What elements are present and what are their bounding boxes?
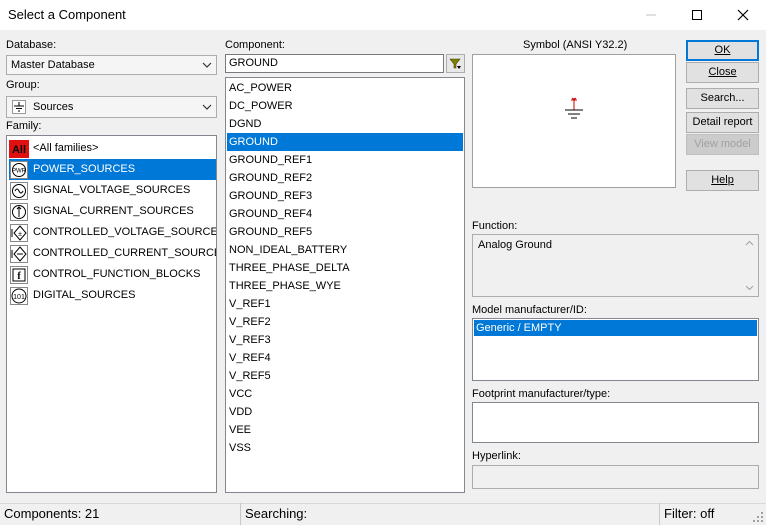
- svg-text:101: 101: [13, 294, 25, 301]
- footprint-label: Footprint manufacturer/type:: [472, 388, 611, 400]
- component-item[interactable]: THREE_PHASE_DELTA: [227, 259, 463, 277]
- ground-symbol-icon: [565, 97, 583, 119]
- ok-button[interactable]: OK: [686, 40, 759, 61]
- component-item[interactable]: GROUND_REF1: [227, 151, 463, 169]
- minimize-button[interactable]: [628, 0, 674, 30]
- filter-status: Filter: off: [664, 506, 715, 521]
- hyperlink-label: Hyperlink:: [472, 450, 521, 462]
- svg-text:All: All: [12, 144, 26, 156]
- component-item[interactable]: THREE_PHASE_WYE: [227, 277, 463, 295]
- view-model-button[interactable]: View model: [686, 134, 759, 155]
- symbol-label: Symbol (ANSI Y32.2): [523, 39, 628, 51]
- chevron-down-icon: [202, 62, 212, 68]
- controlled-current-icon: [9, 244, 29, 263]
- ground-symbol-icon: [12, 100, 26, 114]
- component-item[interactable]: VEE: [227, 421, 463, 439]
- component-item[interactable]: GROUND_REF5: [227, 223, 463, 241]
- family-item[interactable]: SIGNAL_CURRENT_SOURCES: [9, 201, 196, 222]
- chevron-down-icon: [745, 285, 754, 291]
- minimize-icon: [646, 14, 656, 16]
- window-title: Select a Component: [8, 7, 126, 22]
- component-item[interactable]: VDD: [227, 403, 463, 421]
- model-list[interactable]: Generic / EMPTY: [472, 318, 759, 381]
- close-window-button[interactable]: [720, 0, 766, 30]
- all-families-icon: All: [9, 139, 29, 158]
- component-item[interactable]: AC_POWER: [227, 79, 463, 97]
- database-value: Master Database: [11, 59, 95, 71]
- family-item[interactable]: CONTROLLED_CURRENT_SOURCES: [9, 243, 216, 264]
- database-select[interactable]: Master Database: [6, 55, 217, 75]
- component-item[interactable]: V_REF4: [227, 349, 463, 367]
- component-item[interactable]: DC_POWER: [227, 97, 463, 115]
- family-item[interactable]: All <All families>: [9, 138, 100, 159]
- component-item[interactable]: GROUND_REF3: [227, 187, 463, 205]
- digital-sources-icon: 101: [9, 286, 29, 305]
- maximize-icon: [692, 10, 702, 20]
- hyperlink-field[interactable]: [472, 465, 759, 489]
- power-sources-icon: PWR: [9, 160, 29, 179]
- function-scrollbar[interactable]: [742, 236, 757, 295]
- group-select[interactable]: Sources: [6, 96, 217, 118]
- component-label: Component:: [225, 39, 285, 51]
- chevron-up-icon: [745, 240, 754, 246]
- chevron-down-icon: [202, 104, 212, 110]
- status-bar: [0, 503, 766, 525]
- component-search-input[interactable]: GROUND: [225, 54, 444, 73]
- status-divider: [240, 503, 241, 525]
- symbol-preview: [472, 54, 676, 188]
- component-list[interactable]: AC_POWER DC_POWER DGND GROUND GROUND_REF1 GRO…: [225, 77, 465, 493]
- svg-text:±: ±: [18, 231, 22, 238]
- signal-voltage-icon: [9, 181, 29, 200]
- family-item[interactable]: ± CONTROLLED_VOLTAGE_SOURCES: [9, 222, 216, 243]
- close-button[interactable]: Close: [686, 62, 759, 83]
- search-button[interactable]: Search...: [686, 88, 759, 109]
- group-label: Group:: [6, 79, 40, 91]
- detail-report-button[interactable]: Detail report: [686, 112, 759, 133]
- function-textbox[interactable]: Analog Ground: [472, 234, 759, 297]
- component-item[interactable]: V_REF5: [227, 367, 463, 385]
- component-item[interactable]: DGND: [227, 115, 463, 133]
- model-label: Model manufacturer/ID:: [472, 304, 587, 316]
- family-item[interactable]: SIGNAL_VOLTAGE_SOURCES: [9, 180, 192, 201]
- components-count: Components: 21: [4, 506, 100, 521]
- family-item[interactable]: PWR POWER_SOURCES: [9, 159, 216, 180]
- status-divider: [659, 503, 660, 525]
- family-list[interactable]: All <All families> PWR POWER_SOURCES SIG…: [6, 135, 217, 493]
- component-item[interactable]: V_REF1: [227, 295, 463, 313]
- component-item[interactable]: V_REF2: [227, 313, 463, 331]
- family-item[interactable]: f CONTROL_FUNCTION_BLOCKS: [9, 264, 202, 285]
- component-item[interactable]: GROUND_REF2: [227, 169, 463, 187]
- family-label: Family:: [6, 120, 42, 132]
- component-item[interactable]: VSS: [227, 439, 463, 457]
- resize-grip-icon[interactable]: [752, 511, 764, 523]
- control-function-icon: f: [9, 265, 29, 284]
- svg-text:PWR: PWR: [12, 168, 27, 174]
- component-item[interactable]: GROUND: [227, 133, 463, 151]
- signal-current-icon: [9, 202, 29, 221]
- database-label: Database:: [6, 39, 57, 51]
- function-label: Function:: [472, 220, 518, 232]
- component-item[interactable]: VCC: [227, 385, 463, 403]
- component-item[interactable]: GROUND_REF4: [227, 205, 463, 223]
- maximize-button[interactable]: [674, 0, 720, 30]
- footprint-list[interactable]: [472, 402, 759, 443]
- searching-status: Searching:: [245, 506, 308, 521]
- family-item[interactable]: 101 DIGITAL_SOURCES: [9, 285, 138, 306]
- filter-icon: [449, 58, 461, 69]
- component-item[interactable]: V_REF3: [227, 331, 463, 349]
- model-item[interactable]: Generic / EMPTY: [474, 320, 757, 336]
- help-button[interactable]: Help: [686, 170, 759, 191]
- component-item[interactable]: NON_IDEAL_BATTERY: [227, 241, 463, 259]
- close-icon: [737, 9, 749, 21]
- controlled-voltage-icon: ±: [9, 223, 29, 242]
- filter-button[interactable]: [446, 54, 465, 73]
- group-value: Sources: [33, 101, 74, 113]
